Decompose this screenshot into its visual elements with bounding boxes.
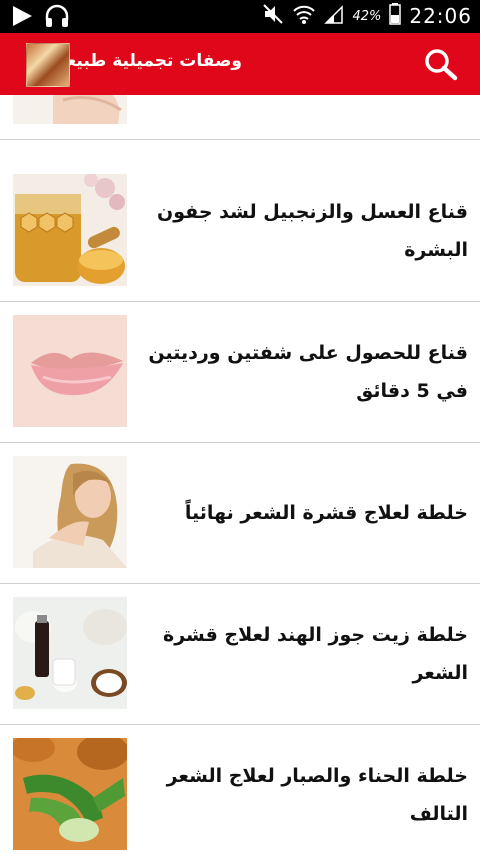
item-title: خلطة لعلاج قشرة الشعر نهائياً (184, 502, 468, 524)
signal-icon (324, 4, 344, 28)
search-icon (425, 49, 458, 81)
item-title: خلطة الحناء والصبار لعلاج الشعر التالف (166, 765, 468, 825)
list-item[interactable]: خلطة الحناء والصبار لعلاج الشعر التالف (0, 725, 480, 854)
list-item[interactable] (0, 95, 480, 140)
app-bar: وصفات تجميلية طبيعية (0, 33, 480, 95)
battery-icon (389, 3, 402, 29)
list-item[interactable]: قناع للحصول على شفتين ورديتين في 5 دقائق (0, 302, 480, 443)
status-left (10, 4, 70, 32)
item-title: خلطة زيت جوز الهند لعلاج قشرة الشعر (163, 624, 468, 684)
search-button[interactable] (422, 47, 460, 83)
status-right: 42% 22:06 (262, 3, 472, 29)
thumbnail-lips (13, 315, 127, 427)
play-icon (10, 4, 34, 32)
item-title: قناع العسل والزنجبيل لشد جفون البشرة (157, 201, 468, 261)
app-logo (26, 43, 70, 87)
list-item[interactable]: خلطة زيت جوز الهند لعلاج قشرة الشعر (0, 584, 480, 725)
clock: 22:06 (409, 4, 472, 28)
battery-percent: 42% (352, 8, 382, 24)
mute-icon (262, 3, 284, 29)
wifi-icon (292, 3, 316, 29)
thumbnail-coconut-oil (13, 597, 127, 709)
item-title: قناع للحصول على شفتين ورديتين في 5 دقائق (148, 342, 468, 402)
app-title: وصفات تجميلية طبيعية (49, 51, 242, 71)
recipes-list: قناع العسل والزنجبيل لشد جفون البشرة قنا… (0, 95, 480, 854)
thumbnail-aloe-vera (13, 738, 127, 850)
status-bar: 42% 22:06 (0, 0, 480, 33)
thumbnail-feet (13, 95, 127, 124)
thumbnail-honey (13, 174, 127, 286)
thumbnail-woman-hair (13, 456, 127, 568)
list-item[interactable]: خلطة لعلاج قشرة الشعر نهائياً (0, 443, 480, 584)
list-item[interactable]: قناع العسل والزنجبيل لشد جفون البشرة (0, 161, 480, 302)
headphones-icon (44, 4, 70, 32)
